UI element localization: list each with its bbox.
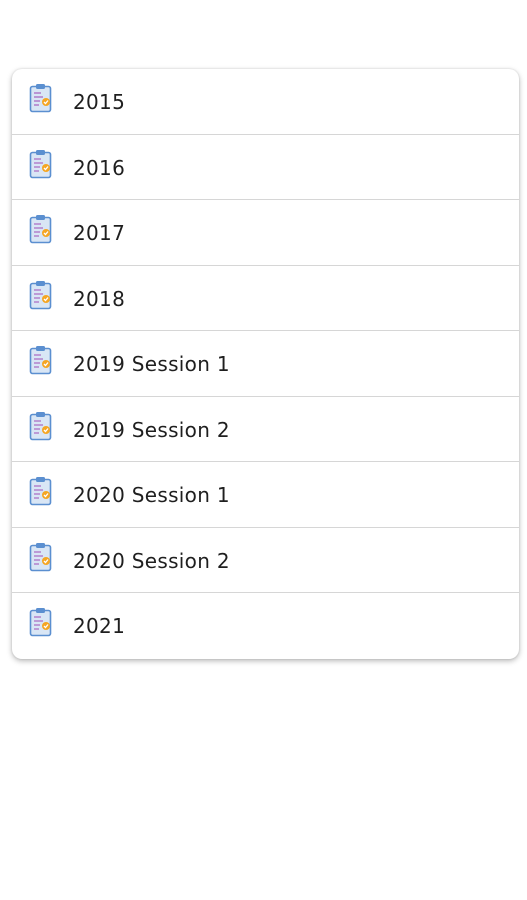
list-item-2016[interactable]: 2016 bbox=[12, 135, 519, 200]
clipboard-icon bbox=[29, 83, 53, 113]
clipboard-icon bbox=[29, 411, 53, 441]
list-item-label: 2016 bbox=[73, 155, 126, 180]
list-item-2020-session-2[interactable]: 2020 Session 2 bbox=[12, 528, 519, 593]
clipboard-icon bbox=[29, 542, 53, 572]
list-item-2019-session-2[interactable]: 2019 Session 2 bbox=[12, 397, 519, 462]
list-item-label: 2019 Session 2 bbox=[73, 417, 230, 442]
year-dropdown-menu: 2015 2016 2017 2018 2019 Session 1 2019 … bbox=[12, 69, 519, 659]
list-item-label: 2019 Session 1 bbox=[73, 352, 230, 376]
list-item-label: 2020 Session 1 bbox=[73, 483, 230, 507]
list-item-2019-session-1[interactable]: 2019 Session 1 bbox=[12, 331, 519, 397]
list-item-label: 2017 bbox=[73, 221, 126, 245]
clipboard-icon bbox=[29, 607, 53, 637]
list-item-2017[interactable]: 2017 bbox=[12, 200, 519, 266]
list-item-2021[interactable]: 2021 bbox=[12, 593, 519, 659]
list-item-label: 2015 bbox=[73, 90, 126, 114]
clipboard-icon bbox=[29, 280, 53, 310]
list-item-2020-session-1[interactable]: 2020 Session 1 bbox=[12, 462, 519, 528]
list-item-2018[interactable]: 2018 bbox=[12, 266, 519, 331]
clipboard-icon bbox=[29, 149, 53, 179]
list-item-label: 2021 bbox=[73, 614, 126, 638]
clipboard-icon bbox=[29, 476, 53, 506]
list-item-label: 2018 bbox=[73, 286, 126, 311]
list-item-2015[interactable]: 2015 bbox=[12, 69, 519, 135]
clipboard-icon bbox=[29, 345, 53, 375]
clipboard-icon bbox=[29, 214, 53, 244]
list-item-label: 2020 Session 2 bbox=[73, 548, 230, 573]
screen: 2015 2016 2017 2018 2019 Session 1 2019 … bbox=[0, 0, 527, 900]
